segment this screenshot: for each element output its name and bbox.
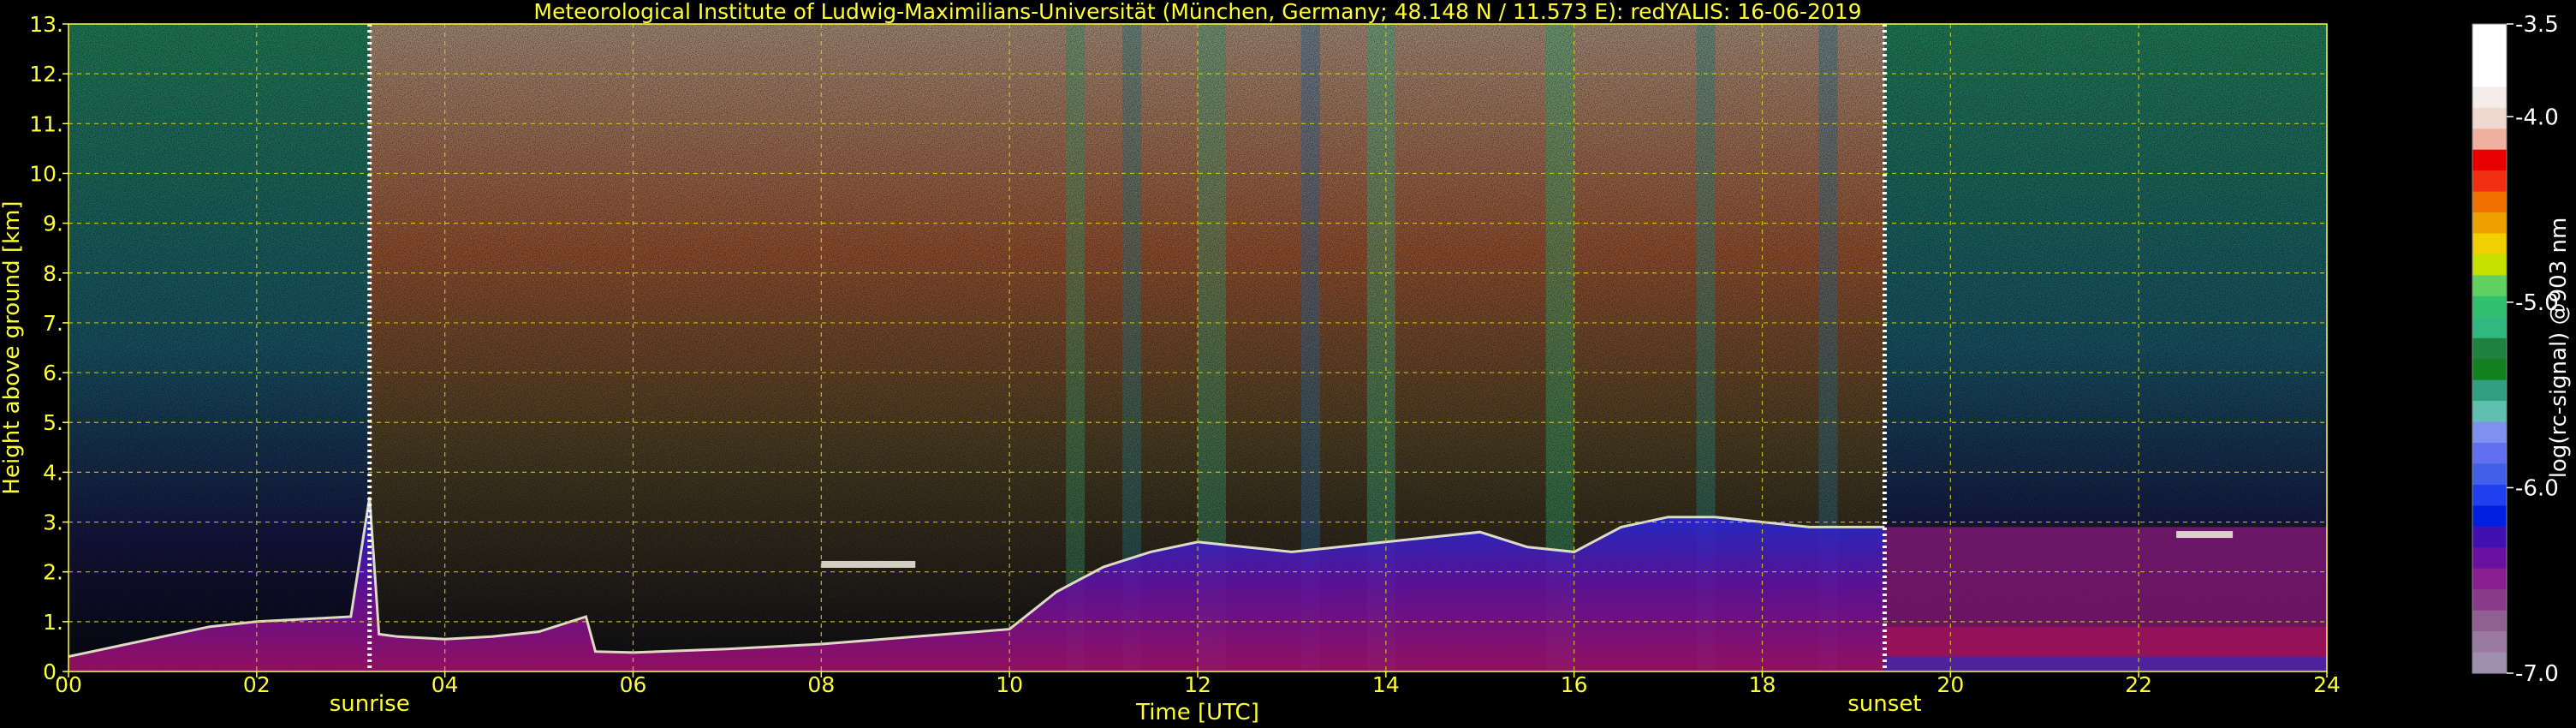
colorbar-band [2472, 443, 2507, 465]
annotations: sunrise sunset [330, 691, 1922, 717]
y-tick-label: 6. [43, 361, 63, 385]
y-tick-label: 12. [29, 62, 63, 87]
y-tick-label: 11. [29, 111, 63, 136]
colorbar-band [2472, 589, 2507, 612]
colorbar-band [2472, 295, 2507, 318]
y-axis-ticks: 0. 1. 2. 3. 4. 5. 6. 7. 8. 9. 10. 11. 12. 13. [29, 12, 68, 684]
x-tick-label: 18 [1749, 672, 1776, 697]
colorbar-band [2472, 568, 2507, 590]
colorbar-band [2472, 631, 2507, 653]
x-tick-label: 06 [620, 672, 647, 697]
plot-area [68, 24, 2327, 671]
x-tick-label: 20 [1936, 672, 1964, 697]
x-tick-label: 14 [1372, 672, 1400, 697]
colorbar-band [2472, 275, 2507, 297]
x-tick-label: 12 [1184, 672, 1211, 697]
y-tick-label: 3. [43, 510, 63, 535]
y-tick-label: 10. [29, 161, 63, 186]
colorbar-tick-label: -4.0 [2515, 104, 2559, 130]
colorbar-tick-label: -7.0 [2515, 661, 2559, 687]
colorbar-band [2472, 170, 2507, 193]
colorbar-band [2472, 254, 2507, 277]
y-tick-label: 2. [43, 560, 63, 585]
colorbar-band [2472, 24, 2507, 46]
colorbar-band [2472, 401, 2507, 423]
colorbar-band [2472, 317, 2507, 339]
colorbar-band [2472, 463, 2507, 486]
x-axis-label: Time [UTC] [1135, 700, 1259, 725]
colorbar-band [2472, 107, 2507, 129]
colorbar-label: log(rc-signal) @903 nm [2546, 218, 2572, 479]
colorbar-band [2472, 547, 2507, 570]
y-tick-label: 7. [43, 311, 63, 336]
chart-title: Meteorological Institute of Ludwig-Maxim… [533, 0, 1861, 24]
y-tick-label: 4. [43, 460, 63, 485]
y-tick-label: 9. [43, 212, 63, 236]
elevated-aerosol-layer [2176, 531, 2234, 539]
colorbar-band [2472, 484, 2507, 506]
colorbar-band [2472, 337, 2507, 360]
colorbar-band [2472, 610, 2507, 632]
x-tick-label: 02 [243, 672, 271, 697]
colorbar-band [2472, 505, 2507, 528]
colorbar-band [2472, 128, 2507, 151]
y-tick-label: 0. [43, 659, 63, 684]
colorbar-band [2472, 359, 2507, 381]
colorbar-band [2472, 652, 2507, 674]
y-tick-label: 13. [29, 12, 63, 37]
x-tick-label: 10 [996, 672, 1023, 697]
colorbar-band [2472, 191, 2507, 213]
y-tick-label: 8. [43, 261, 63, 286]
x-tick-label: 22 [2125, 672, 2152, 697]
colorbar-band [2472, 45, 2507, 67]
y-axis-label: Height above ground [km] [0, 200, 25, 494]
colorbar [2472, 23, 2508, 674]
colorbar-tick-label: -6.0 [2515, 475, 2559, 501]
colorbar-band [2472, 421, 2507, 444]
y-tick-label: 1. [43, 610, 63, 635]
x-tick-label: 04 [431, 672, 459, 697]
x-tick-label: 24 [2313, 672, 2341, 697]
lidar-figure: Meteorological Institute of Ludwig-Maxim… [0, 0, 2572, 725]
colorbar-band [2472, 526, 2507, 548]
colorbar-band [2472, 87, 2507, 109]
colorbar-band [2472, 233, 2507, 255]
x-tick-label: 16 [1561, 672, 1588, 697]
y-tick-label: 5. [43, 410, 63, 435]
sunrise-label: sunrise [330, 691, 410, 717]
colorbar-band [2472, 149, 2507, 171]
colorbar-tick-label: -3.5 [2515, 12, 2559, 38]
colorbar-band [2472, 65, 2507, 87]
elevated-aerosol-layer [821, 560, 916, 568]
x-tick-label: 08 [807, 672, 835, 697]
colorbar-band [2472, 212, 2507, 235]
colorbar-band [2472, 379, 2507, 402]
sunset-label: sunset [1847, 691, 1921, 717]
